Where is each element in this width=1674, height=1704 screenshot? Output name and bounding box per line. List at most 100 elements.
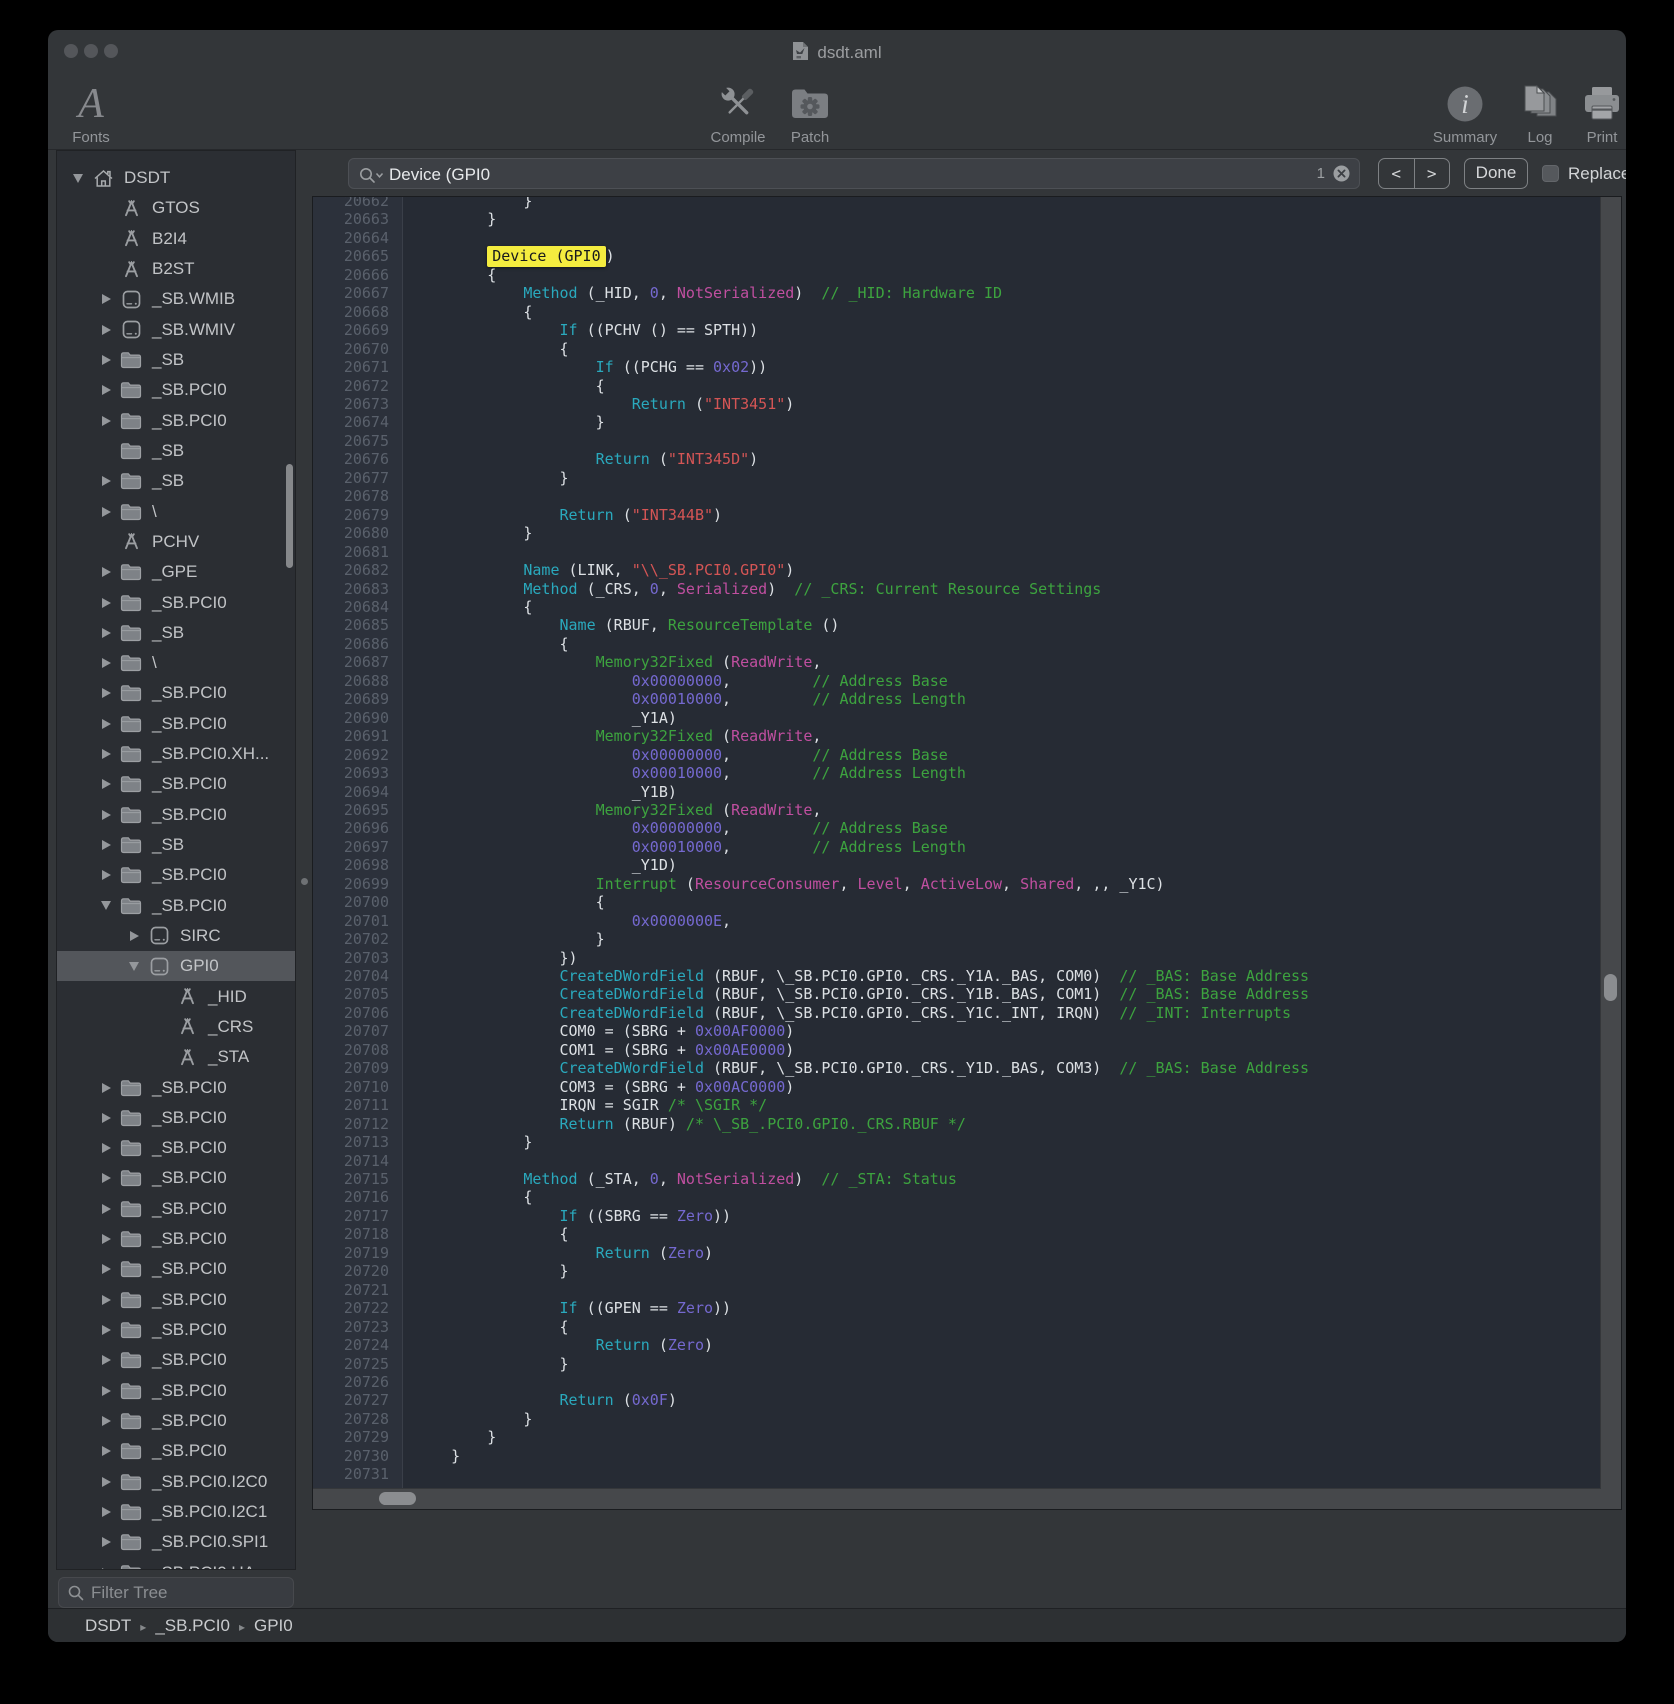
tree-item-sbpci0[interactable]: _SB.PCI0 [57,375,295,405]
code-line[interactable]: 20686{ [313,635,1601,653]
find-previous-button[interactable]: < [1379,159,1414,188]
tree-item-sbpci0[interactable]: _SB.PCI0 [57,1133,295,1163]
tree-item-sb[interactable]: _SB [57,830,295,860]
code-viewport[interactable]: 20662}20663}2066420665Device (GPI0)20666… [313,197,1601,1489]
tree-item-b2st[interactable]: B2ST [57,254,295,284]
tree-item-sbpci0[interactable]: _SB.PCI0 [57,1315,295,1345]
code-line[interactable]: 206970x00010000, // Address Length [313,838,1601,856]
disclosure-triangle-icon[interactable] [99,1083,113,1093]
code-line[interactable]: 20677} [313,469,1601,487]
code-line[interactable]: 20679Return ("INT344B") [313,506,1601,524]
title-bar[interactable]: dsdt.aml [48,30,1626,76]
code-line[interactable]: 20704CreateDWordField (RBUF, \_SB.PCI0.G… [313,967,1601,985]
code-line[interactable]: 20702} [313,930,1601,948]
tree-item-sbpci0[interactable]: _SB.PCI0 [57,860,295,890]
search-menu-icon[interactable] [358,166,384,189]
code-line[interactable]: 20699Interrupt (ResourceConsumer, Level,… [313,875,1601,893]
code-line[interactable]: 20691Memory32Fixed (ReadWrite, [313,727,1601,745]
tree-item-sbpci0[interactable]: _SB.PCI0 [57,1254,295,1284]
disclosure-triangle-icon[interactable] [99,567,113,577]
disclosure-triangle-icon[interactable] [99,416,113,426]
code-line[interactable]: 20711IRQN = SGIR /* \SGIR */ [313,1096,1601,1114]
code-line[interactable]: 20728} [313,1410,1601,1428]
code-line[interactable]: 20713} [313,1133,1601,1151]
tree-item-sbpci0[interactable]: _SB.PCI0 [57,678,295,708]
disclosure-triangle-icon[interactable] [99,1446,113,1456]
pane-splitter-handle[interactable] [301,878,308,885]
code-line[interactable]: 20723{ [313,1318,1601,1336]
disclosure-triangle-icon[interactable] [99,1143,113,1153]
disclosure-triangle-icon[interactable] [99,901,113,910]
tree-item-sbpci0[interactable]: _SB.PCI0 [57,587,295,617]
code-line[interactable]: 20698_Y1D) [313,856,1601,874]
fonts-button[interactable]: A Fonts [48,77,136,147]
code-line[interactable]: 20664 [313,229,1601,247]
code-line[interactable]: 206920x00000000, // Address Base [313,746,1601,764]
tree-item-sb[interactable]: _SB [57,466,295,496]
find-input[interactable] [387,160,1261,189]
tree-item-sbpci0[interactable]: _SB.PCI0 [57,1406,295,1436]
tree-item-b2i4[interactable]: B2I4 [57,224,295,254]
disclosure-triangle-icon[interactable] [99,1173,113,1183]
tree-item-sbpci0[interactable]: _SB.PCI0 [57,1194,295,1224]
code-line[interactable]: 20707COM0 = (SBRG + 0x00AF0000) [313,1022,1601,1040]
disclosure-triangle-icon[interactable] [99,325,113,335]
tree-item-crs[interactable]: _CRS [57,1012,295,1042]
code-line[interactable]: 20682Name (LINK, "\\_SB.PCI0.GPI0") [313,561,1601,579]
replace-checkbox[interactable] [1542,165,1559,182]
code-line[interactable]: 20721 [313,1281,1601,1299]
filter-tree-field[interactable] [58,1577,294,1608]
code-line[interactable]: 20706CreateDWordField (RBUF, \_SB.PCI0.G… [313,1004,1601,1022]
tree-item-sbpci0[interactable]: _SB.PCI0 [57,769,295,799]
tree-item-sbpci0xh[interactable]: _SB.PCI0.XH... [57,739,295,769]
code-line[interactable]: 20672{ [313,377,1601,395]
code-line[interactable]: 206960x00000000, // Address Base [313,819,1601,837]
code-line[interactable]: 206930x00010000, // Address Length [313,764,1601,782]
code-line[interactable]: 20705CreateDWordField (RBUF, \_SB.PCI0.G… [313,985,1601,1003]
code-line[interactable]: 20709CreateDWordField (RBUF, \_SB.PCI0.G… [313,1059,1601,1077]
code-line[interactable]: 20715Method (_STA, 0, NotSerialized) // … [313,1170,1601,1188]
tree-item-sbpci0[interactable]: _SB.PCI0 [57,1345,295,1375]
code-line[interactable]: 20684{ [313,598,1601,616]
disclosure-triangle-icon[interactable] [99,1264,113,1274]
code-line[interactable]: 206890x00010000, // Address Length [313,690,1601,708]
code-line[interactable]: 20712Return (RBUF) /* \_SB_.PCI0.GPI0._C… [313,1115,1601,1133]
clear-search-icon[interactable] [1332,164,1351,188]
print-button[interactable]: Print [1557,77,1626,147]
disclosure-triangle-icon[interactable] [99,1507,113,1517]
vertical-scrollbar-thumb[interactable] [1604,974,1617,1001]
disclosure-triangle-icon[interactable] [99,1325,113,1335]
code-line[interactable]: 20716{ [313,1188,1601,1206]
disclosure-triangle-icon[interactable] [99,1234,113,1244]
find-next-button[interactable]: > [1414,159,1450,188]
disclosure-triangle-icon[interactable] [99,779,113,789]
disclosure-triangle-icon[interactable] [99,658,113,668]
code-line[interactable]: 20663} [313,210,1601,228]
code-line[interactable]: 20703}) [313,949,1601,967]
tree-item-sb[interactable]: _SB [57,436,295,466]
tree-item-sbpci0[interactable]: _SB.PCI0 [57,1436,295,1466]
code-line[interactable]: 20662} [313,197,1601,210]
disclosure-triangle-icon[interactable] [127,931,141,941]
code-line[interactable]: 20731 [313,1465,1601,1483]
code-line[interactable]: 20668{ [313,303,1601,321]
code-line[interactable]: 20670{ [313,340,1601,358]
disclosure-triangle-icon[interactable] [99,628,113,638]
code-line[interactable]: 20708COM1 = (SBRG + 0x00AE0000) [313,1041,1601,1059]
code-line[interactable]: 20700{ [313,893,1601,911]
horizontal-scrollbar[interactable] [313,1488,1601,1509]
tree-item-sbpci0i2c1[interactable]: _SB.PCI0.I2C1 [57,1497,295,1527]
code-line[interactable]: 20694_Y1B) [313,783,1601,801]
code-line[interactable]: 20681 [313,543,1601,561]
disclosure-triangle-icon[interactable] [99,749,113,759]
code-line[interactable]: 20683Method (_CRS, 0, Serialized) // _CR… [313,580,1601,598]
code-line[interactable]: 20695Memory32Fixed (ReadWrite, [313,801,1601,819]
disclosure-triangle-icon[interactable] [99,1295,113,1305]
disclosure-triangle-icon[interactable] [99,1537,113,1547]
disclosure-triangle-icon[interactable] [99,1355,113,1365]
disclosure-triangle-icon[interactable] [99,355,113,365]
tree-item-sbpci0[interactable]: _SB.PCI0 [57,1072,295,1102]
tree-item-sbpci0[interactable]: _SB.PCI0 [57,406,295,436]
code-line[interactable]: 20667Method (_HID, 0, NotSerialized) // … [313,284,1601,302]
disclosure-triangle-icon[interactable] [99,1113,113,1123]
